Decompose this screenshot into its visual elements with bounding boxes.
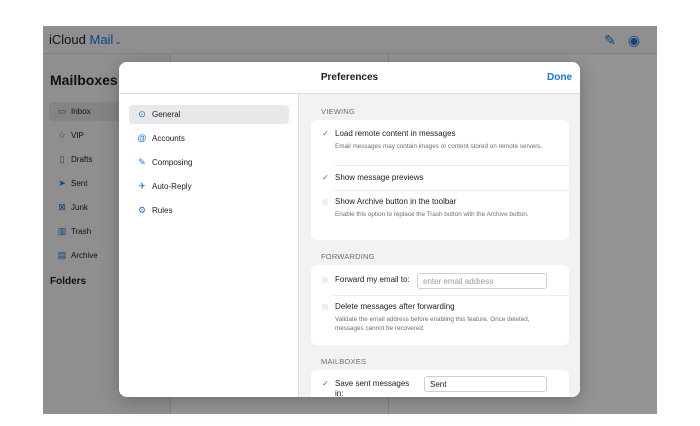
forwarding-section-header: FORWARDING (321, 252, 375, 261)
done-button[interactable]: Done (547, 62, 572, 94)
previews-label: Show message previews (335, 173, 424, 182)
rules-icon: ⚙ (137, 205, 147, 215)
forwarding-card: Forward my email to: Delete messages aft… (311, 265, 569, 345)
archive-button-checkbox[interactable] (321, 197, 330, 207)
previews-checkbox[interactable]: ✓ (321, 173, 330, 183)
preferences-dialog: Preferences Done ⊙ General @ Accounts ✎ … (119, 62, 580, 397)
nav-item-rules[interactable]: ⚙ Rules (129, 201, 289, 220)
general-settings-panel: VIEWING ✓ Load remote content in message… (299, 94, 580, 397)
viewing-section-header: VIEWING (321, 107, 355, 116)
plane-icon: ✈ (138, 181, 146, 191)
save-sent-checkbox[interactable]: ✓ (321, 379, 330, 389)
nav-item-label: Rules (152, 206, 173, 215)
viewing-card: ✓ Load remote content in messages Email … (311, 120, 569, 240)
nav-item-label: Auto-Reply (152, 182, 192, 191)
mailboxes-card: ✓ Save sent messages in: (311, 370, 569, 397)
nav-item-auto-reply[interactable]: ✈ Auto-Reply (129, 177, 289, 196)
screenshot: iCloud Mail⌄ ✎ ◉ Mailboxes ▭ Inbox ☆ VIP… (0, 0, 700, 426)
load-remote-description: Email messages may contain images or con… (335, 143, 543, 150)
forward-email-input[interactable] (417, 273, 547, 289)
delete-after-description: Validate the email address before enabli… (335, 316, 530, 332)
save-sent-label-line2: in: (335, 389, 344, 397)
archive-button-description: Enable this option to replace the Trash … (335, 211, 529, 218)
forward-label: Forward my email to: (335, 275, 410, 284)
divider (333, 165, 569, 166)
nav-item-label: Composing (152, 158, 193, 167)
nav-item-label: General (152, 110, 181, 119)
nav-item-label: Accounts (152, 134, 185, 143)
divider (333, 295, 569, 296)
at-icon: @ (137, 133, 147, 143)
load-remote-checkbox[interactable]: ✓ (321, 129, 330, 139)
delete-after-checkbox[interactable] (321, 302, 330, 312)
nav-item-general[interactable]: ⊙ General (129, 105, 289, 124)
archive-button-label: Show Archive button in the toolbar (335, 197, 457, 206)
nav-item-accounts[interactable]: @ Accounts (129, 129, 289, 148)
load-remote-label: Load remote content in messages (335, 129, 456, 138)
gear-icon: ⊙ (138, 109, 146, 119)
divider (333, 190, 569, 191)
forward-checkbox[interactable] (321, 275, 330, 285)
mailboxes-section-header: MAILBOXES (321, 357, 367, 366)
nav-item-composing[interactable]: ✎ Composing (129, 153, 289, 172)
preferences-nav: ⊙ General @ Accounts ✎ Composing ✈ Auto-… (119, 94, 299, 397)
save-sent-mailbox-field[interactable] (424, 376, 547, 392)
dialog-title: Preferences (320, 72, 379, 83)
delete-after-label: Delete messages after forwarding (335, 302, 455, 311)
dialog-header: Preferences Done (119, 62, 580, 94)
compose-icon: ✎ (138, 157, 146, 167)
save-sent-label: Save sent messages (335, 379, 410, 388)
